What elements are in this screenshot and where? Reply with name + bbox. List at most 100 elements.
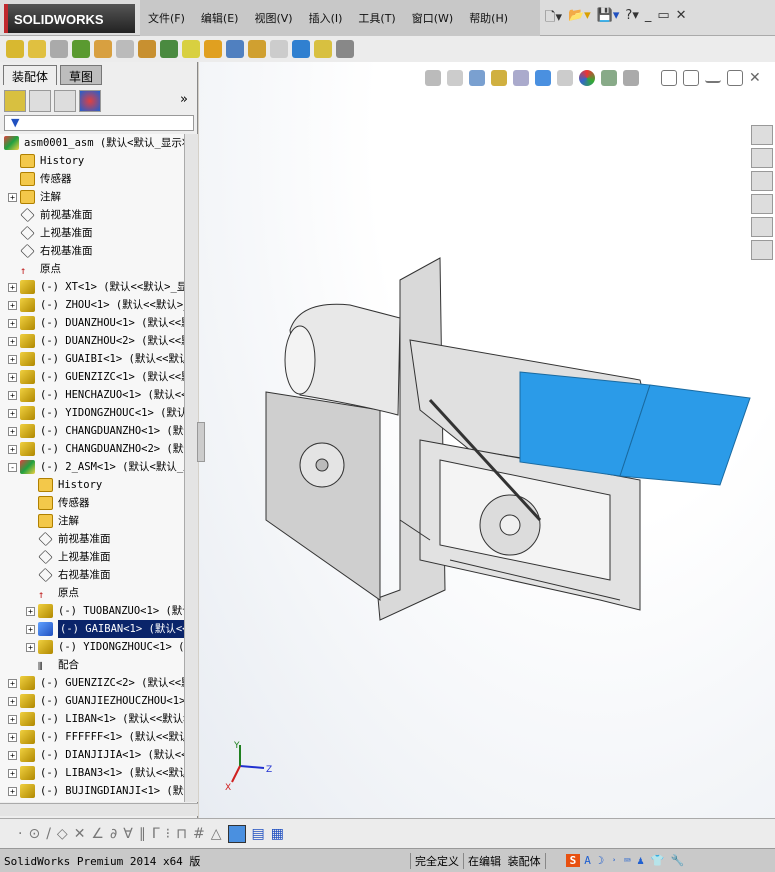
expand-toggle[interactable]: +: [8, 336, 17, 346]
minimize-button[interactable]: _: [645, 8, 652, 30]
expand-toggle[interactable]: +: [26, 606, 35, 616]
tree-item[interactable]: 传感器: [8, 170, 72, 188]
tree-item[interactable]: + (-) CHANGDUANZHO<2> (默认<<默认>_显示状态 1>): [8, 440, 184, 458]
custom-properties-icon[interactable]: [751, 240, 773, 260]
assembly-features-icon[interactable]: [160, 40, 178, 58]
reference-geometry-icon[interactable]: [182, 40, 200, 58]
new-motion-study-icon[interactable]: [204, 40, 222, 58]
tree-item[interactable]: 上视基准面: [8, 224, 93, 242]
perpendicular-icon[interactable]: ∀: [123, 826, 133, 842]
expand-toggle[interactable]: +: [8, 192, 17, 202]
menu-file[interactable]: 文件(F): [140, 10, 193, 26]
tree-item[interactable]: 上视基准面: [26, 548, 111, 566]
expand-toggle[interactable]: +: [8, 768, 17, 778]
polygon-icon[interactable]: ◇: [57, 826, 68, 842]
dimension-icon[interactable]: ⊓: [176, 826, 187, 842]
assembly-model[interactable]: Z Y X: [199, 62, 775, 818]
appearances-icon[interactable]: [751, 217, 773, 237]
ime-logo-icon[interactable]: S: [565, 854, 581, 867]
tree-item[interactable]: + (-) BUJINGDIANJI<1> (默认<<默认>_显示状态 1>): [8, 782, 184, 800]
tree-item[interactable]: 右视基准面: [26, 566, 111, 584]
feature-manager-icon[interactable]: [4, 90, 26, 112]
expand-toggle[interactable]: +: [8, 426, 17, 436]
tree-item[interactable]: + (-) ZHOU<1> (默认<<默认>_显示状态 1>): [8, 296, 184, 314]
tree-item[interactable]: + (-) GUANJIEZHOUCZHOU<1> (默认<<默认>_显示状态 1…: [8, 692, 184, 710]
tree-item[interactable]: 注解: [26, 512, 79, 530]
tree-item[interactable]: + (-) DUANZHOU<1> (默认<<默认>_显示状态 1>): [8, 314, 184, 332]
smart-fastener-icon[interactable]: [94, 40, 112, 58]
tree-item[interactable]: ⫴ 配合: [26, 656, 79, 674]
expand-toggle[interactable]: +: [8, 408, 17, 418]
expand-toggle[interactable]: +: [8, 282, 17, 292]
expand-toggle[interactable]: +: [8, 750, 17, 760]
menu-help[interactable]: 帮助(H): [461, 10, 516, 26]
tree-item[interactable]: + (-) GUENZIZC<2> (默认<<默认>_显示状态 1>): [8, 674, 184, 692]
point-icon[interactable]: ·: [18, 826, 22, 842]
expand-toggle[interactable]: +: [8, 390, 17, 400]
tree-item[interactable]: + (-) LIBAN3<1> (默认<<默认>_显示状态 1>): [8, 764, 184, 782]
menu-tools[interactable]: 工具(T): [350, 10, 403, 26]
menu-edit[interactable]: 编辑(E): [193, 10, 247, 26]
expand-toggle[interactable]: -: [8, 462, 17, 472]
tree-item[interactable]: - (-) 2_ASM<1> (默认<默认_显示状态-1>): [8, 458, 184, 476]
tree-item[interactable]: 前视基准面: [26, 530, 111, 548]
expand-toggle[interactable]: +: [8, 300, 17, 310]
tree-horizontal-scrollbar[interactable]: [0, 803, 198, 816]
tree-item[interactable]: + (-) YIDONGZHOUC<1> (默认<<默认>_显示状态 1>): [8, 404, 184, 422]
expand-toggle[interactable]: +: [8, 786, 17, 796]
hide-show-icon[interactable]: [138, 40, 156, 58]
line-icon[interactable]: /: [46, 826, 51, 842]
tree-item[interactable]: ↑ 原点: [26, 584, 79, 602]
pattern-icon[interactable]: [72, 40, 90, 58]
tree-item[interactable]: History: [8, 152, 84, 170]
intersection-icon[interactable]: ✕: [74, 826, 86, 842]
restore-button[interactable]: ▭: [657, 8, 669, 30]
insert-component-icon[interactable]: [6, 40, 24, 58]
tab-sketch[interactable]: 草图: [60, 65, 103, 85]
table-icon[interactable]: ▦: [271, 826, 284, 842]
menu-insert[interactable]: 插入(I): [301, 10, 351, 26]
menu-window[interactable]: 窗口(W): [404, 10, 461, 26]
tree-item[interactable]: ↑ 原点: [8, 260, 61, 278]
angle-icon[interactable]: ∠: [91, 826, 104, 842]
bill-of-materials-icon[interactable]: [226, 40, 244, 58]
property-manager-icon[interactable]: [29, 90, 51, 112]
grid-icon[interactable]: #: [193, 826, 205, 842]
expand-toggle[interactable]: +: [26, 642, 35, 652]
explode-line-icon[interactable]: [270, 40, 288, 58]
graphics-viewport[interactable]: ✕ Z Y X: [197, 62, 775, 818]
snapshot-icon[interactable]: [336, 40, 354, 58]
tab-assembly[interactable]: 装配体: [3, 65, 58, 85]
tree-item[interactable]: + (-) CHANGDUANZHO<1> (默认<<默认>_显示状态 1>): [8, 422, 184, 440]
tree-item[interactable]: + (-) GUAIBI<1> (默认<<默认>_显示状态 1>): [8, 350, 184, 368]
new-part-icon[interactable]: [28, 40, 46, 58]
tree-item[interactable]: 右视基准面: [8, 242, 93, 260]
tree-item[interactable]: + (-) YIDONGZHOUC<1> (默认<<默认>_显示状态 1>): [26, 638, 184, 656]
ime-toolbar-icons[interactable]: A ☽ ˒ ⌨ ♟ 👕 🔧: [580, 854, 688, 867]
tree-item[interactable]: + (-) LIBAN<1> (默认<<默认>_显示状态 1>): [8, 710, 184, 728]
menu-view[interactable]: 视图(V): [246, 10, 300, 26]
panel-collapse-handle[interactable]: [197, 422, 205, 462]
tree-item[interactable]: 传感器: [26, 494, 90, 512]
tree-item[interactable]: + (-) HENCHAZUO<1> (默认<<默认>_显示状态 1>): [8, 386, 184, 404]
tree-item[interactable]: + (-) XT<1> (默认<<默认>_显示状态 1>): [8, 278, 184, 296]
expand-toggle[interactable]: +: [26, 624, 35, 634]
tree-item[interactable]: + 注解: [8, 188, 61, 206]
tree-item[interactable]: + (-) DIANJIJIA<1> (默认<<默认>_显示状态 1>): [8, 746, 184, 764]
tree-item[interactable]: + (-) TUOBANZUO<1> (默认<<默认>_显示状态 1>): [26, 602, 184, 620]
expand-toggle[interactable]: +: [8, 732, 17, 742]
design-library-icon[interactable]: [751, 148, 773, 168]
tree-item[interactable]: 前视基准面: [8, 206, 93, 224]
move-component-icon[interactable]: [116, 40, 134, 58]
tangent-icon[interactable]: ∂: [110, 826, 117, 842]
window-icon[interactable]: ▤: [252, 826, 265, 842]
solidworks-resources-icon[interactable]: [751, 125, 773, 145]
mate-icon[interactable]: [50, 40, 68, 58]
tree-filter[interactable]: ▼: [4, 115, 194, 131]
expand-toggle[interactable]: +: [8, 714, 17, 724]
instant3d-icon[interactable]: [292, 40, 310, 58]
help-icon[interactable]: ?▾: [625, 8, 638, 30]
tree-item[interactable]: + (-) GUENZIZC<1> (默认<<默认>_显示状态 1>): [8, 368, 184, 386]
file-explorer-icon[interactable]: [751, 171, 773, 191]
parallel-icon[interactable]: ∥: [139, 826, 146, 842]
